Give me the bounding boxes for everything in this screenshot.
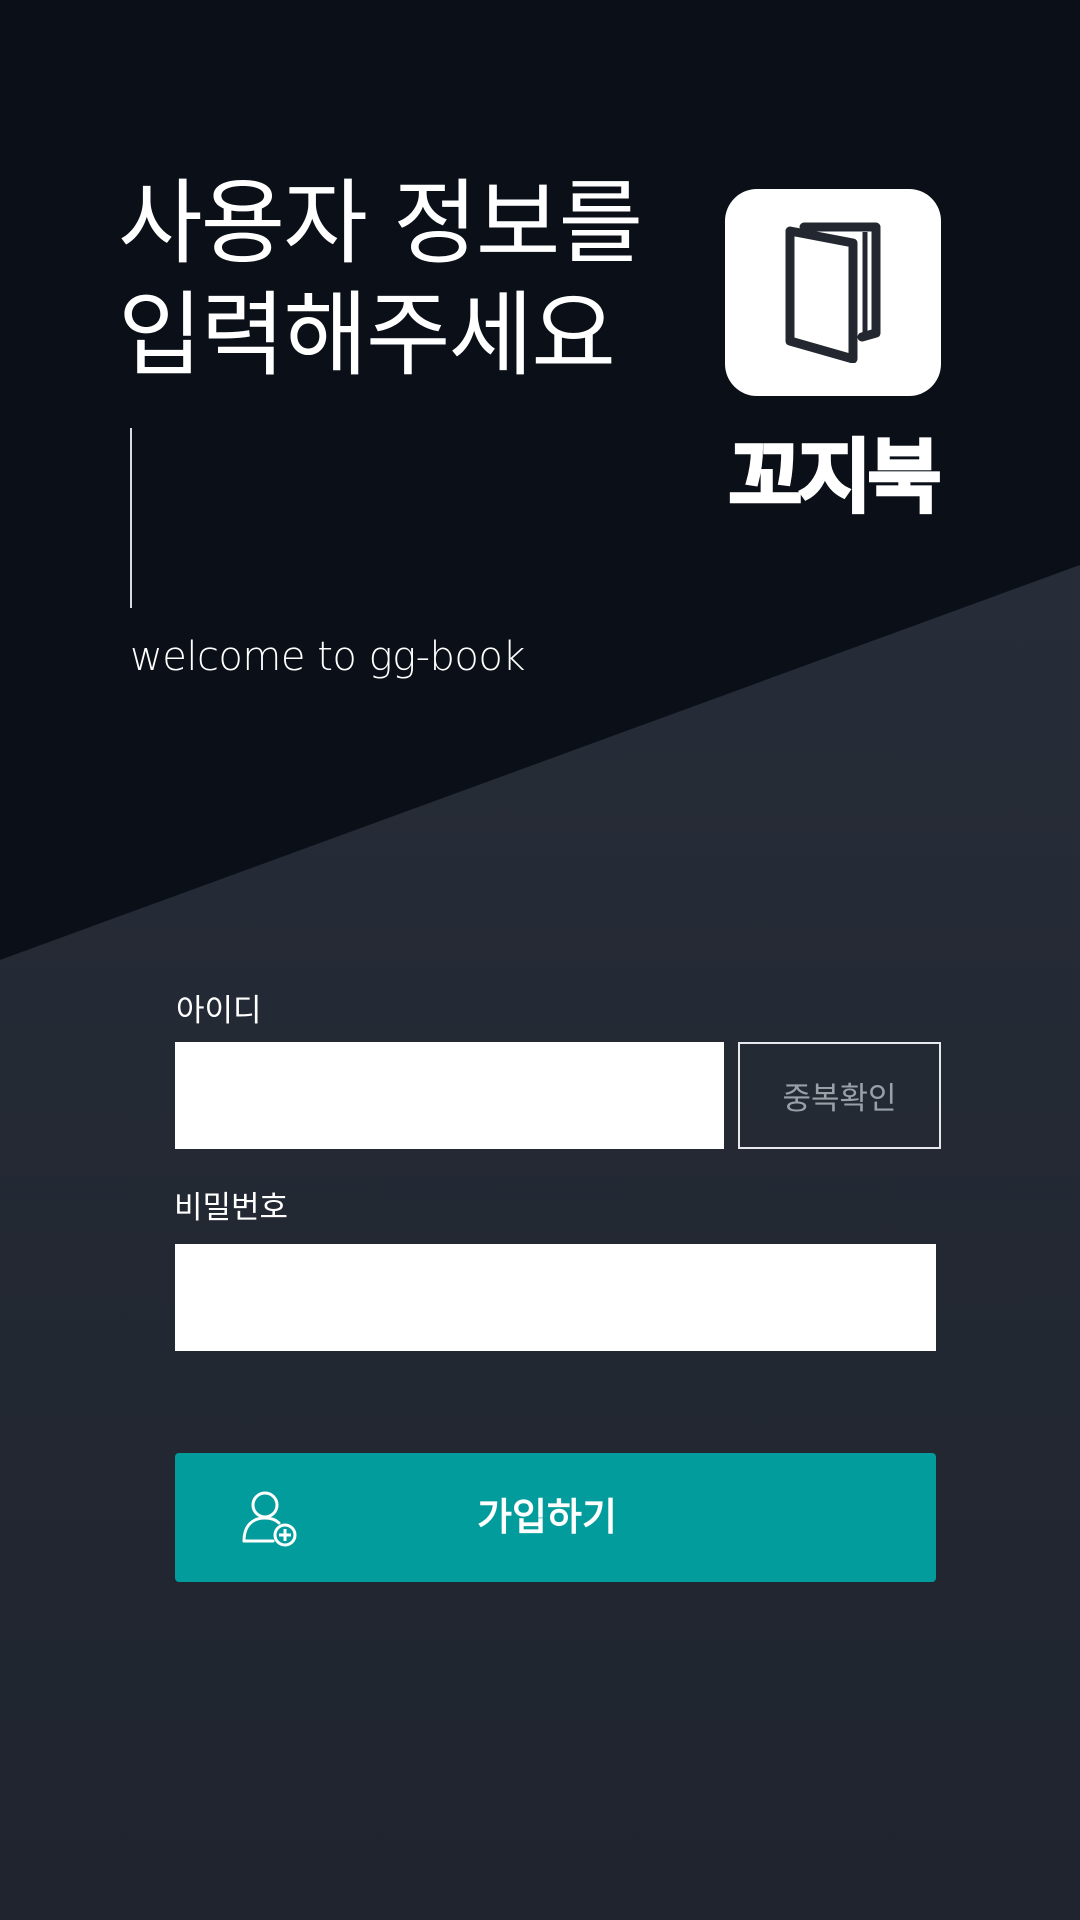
- vertical-divider: [130, 428, 132, 608]
- book-icon: [785, 222, 881, 363]
- password-input[interactable]: [175, 1244, 936, 1351]
- duplicate-check-label: 중복확인: [782, 1081, 897, 1117]
- join-button-label: 가입하기: [477, 1495, 617, 1539]
- id-label: 아이디: [176, 993, 262, 1029]
- page-title-line-2: 입력해주세요: [118, 282, 616, 389]
- password-label: 비밀번호: [174, 1190, 289, 1226]
- brand-name: 꼬지북: [727, 430, 943, 526]
- id-input[interactable]: [175, 1042, 724, 1149]
- duplicate-check-button[interactable]: 중복확인: [738, 1042, 941, 1149]
- page-title: 사용자 정보를 입력해주세요: [118, 168, 678, 392]
- app-logo: [725, 189, 941, 396]
- join-button[interactable]: 가입하기: [175, 1453, 936, 1582]
- welcome-text: welcome to gg-book: [130, 634, 526, 680]
- page-title-line-1: 사용자 정보를: [118, 170, 643, 277]
